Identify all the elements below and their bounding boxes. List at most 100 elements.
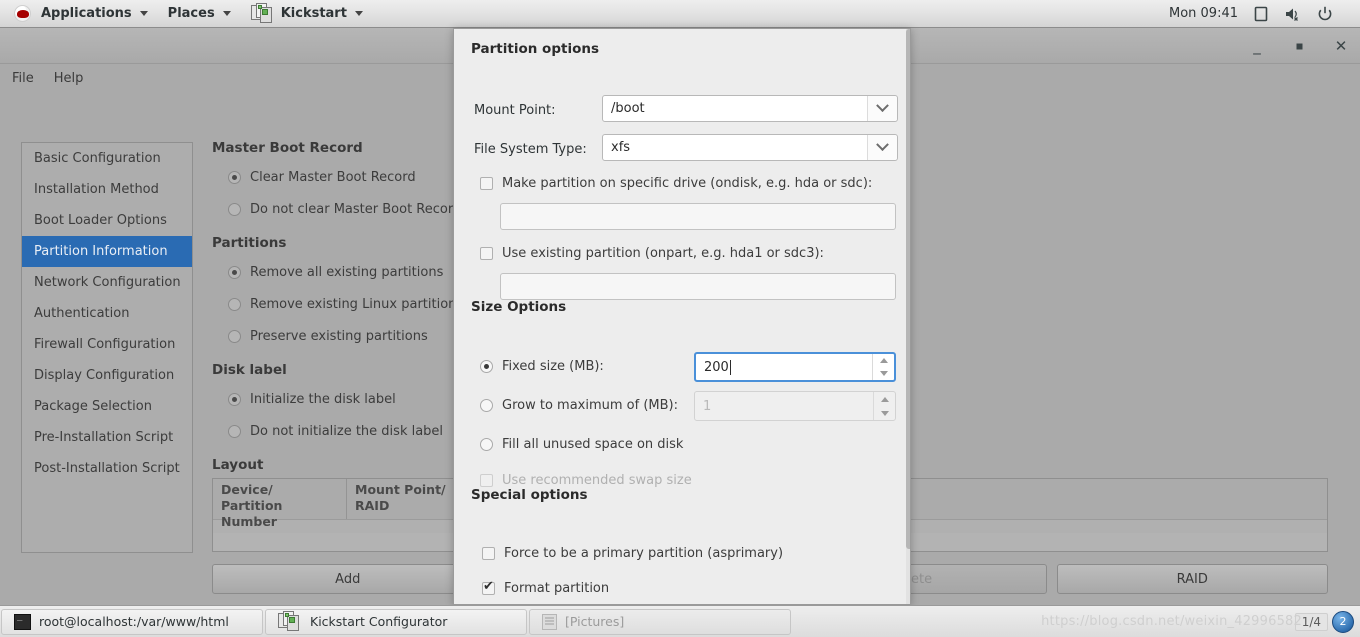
radio-indicator	[228, 170, 241, 184]
sidebar-item-boot-loader-options[interactable]: Boot Loader Options	[22, 205, 192, 236]
display-icon[interactable]	[1252, 5, 1270, 23]
ondisk-input[interactable]	[500, 203, 896, 230]
spinner-down-icon[interactable]	[873, 367, 894, 380]
taskbar-item-label: root@localhost:/var/www/html	[39, 614, 229, 629]
grow-to-maximum-radio[interactable]	[480, 398, 493, 412]
ondisk-checkbox[interactable]	[480, 176, 493, 190]
maximize-button[interactable]	[1290, 37, 1308, 55]
sidebar-item-label: Package Selection	[34, 399, 152, 414]
dialog-content: Partition options Mount Point: /boot Fil…	[454, 29, 910, 604]
grow-to-maximum-value: 1	[703, 398, 712, 414]
clock[interactable]: Mon 09:41	[1169, 6, 1238, 21]
sidebar-item-network-configuration[interactable]: Network Configuration	[22, 267, 192, 298]
sidebar-item-label: Network Configuration	[34, 275, 181, 290]
grow-to-maximum-radio-row[interactable]: Grow to maximum of (MB):	[480, 392, 678, 418]
onpart-checkbox[interactable]	[480, 246, 493, 260]
fixed-size-value: 200	[704, 359, 729, 375]
spinner-up-icon[interactable]	[874, 392, 895, 406]
dialog-title: Partition options	[471, 41, 599, 57]
window-controls: _ ✕	[1248, 28, 1350, 64]
taskbar-item-label: [Pictures]	[565, 614, 625, 629]
taskbar-item-kickstart-configurator[interactable]: Kickstart Configurator	[265, 608, 527, 635]
kickstart-app-menu[interactable]: Kickstart	[241, 0, 373, 28]
file-system-type-label: File System Type:	[474, 142, 587, 157]
workspace-indicator[interactable]: 1/4 2	[1294, 610, 1354, 633]
column-header-device-line1: Device/	[221, 482, 273, 497]
applications-menu[interactable]: Applications	[0, 0, 158, 28]
mount-point-label: Mount Point:	[474, 103, 556, 118]
sidebar-item-authentication[interactable]: Authentication	[22, 298, 192, 329]
mount-point-combobox[interactable]: /boot	[602, 95, 898, 122]
taskbar-item-terminal[interactable]: root@localhost:/var/www/html	[1, 608, 263, 635]
format-partition-checkbox[interactable]	[482, 579, 495, 595]
chevron-down-icon	[139, 11, 148, 16]
radio-indicator	[228, 329, 241, 343]
fixed-size-spinner-buttons[interactable]	[872, 354, 894, 380]
fixed-size-spinner[interactable]: 200	[694, 352, 896, 382]
sidebar-item-installation-method[interactable]: Installation Method	[22, 174, 192, 205]
minimize-button[interactable]: _	[1248, 37, 1266, 55]
fixed-size-radio-row[interactable]: Fixed size (MB):	[480, 353, 604, 379]
file-system-type-combobox[interactable]: xfs	[602, 134, 898, 161]
sidebar-item-label: Installation Method	[34, 182, 159, 197]
sidebar-item-package-selection[interactable]: Package Selection	[22, 391, 192, 422]
asprimary-checkbox[interactable]	[482, 546, 495, 560]
fixed-size-radio[interactable]	[480, 359, 493, 373]
radio-indicator	[228, 392, 241, 406]
close-button[interactable]: ✕	[1332, 37, 1350, 55]
sidebar-item-pre-installation-script[interactable]: Pre-Installation Script	[22, 422, 192, 453]
asprimary-checkbox-row[interactable]: Force to be a primary partition (asprima…	[482, 540, 783, 566]
partition-options-dialog: Partition options Mount Point: /boot Fil…	[453, 28, 911, 605]
spinner-up-icon[interactable]	[873, 354, 894, 367]
onpart-checkbox-row[interactable]: Use existing partition (onpart, e.g. hda…	[480, 239, 824, 267]
ondisk-checkbox-row[interactable]: Make partition on specific drive (ondisk…	[480, 169, 872, 197]
kickstart-icon	[278, 610, 300, 633]
radio-label: Preserve existing partitions	[250, 328, 428, 344]
menu-help[interactable]: Help	[54, 71, 84, 86]
fill-unused-space-label: Fill all unused space on disk	[502, 436, 684, 452]
terminal-icon	[14, 612, 31, 630]
workspace-page-label: 1/4	[1294, 612, 1328, 631]
kickstart-icon	[250, 2, 273, 25]
onpart-label: Use existing partition (onpart, e.g. hda…	[502, 245, 824, 261]
dialog-scrollbar-thumb[interactable]	[906, 29, 910, 549]
taskbar-item-pictures[interactable]: [Pictures]	[529, 608, 791, 635]
power-icon[interactable]	[1316, 5, 1334, 23]
add-button[interactable]: Add	[212, 564, 484, 594]
fill-unused-space-radio[interactable]	[480, 437, 493, 451]
spinner-down-icon[interactable]	[874, 406, 895, 420]
volume-muted-icon[interactable]	[1284, 5, 1302, 23]
dialog-scrollbar[interactable]	[906, 29, 910, 604]
grow-spinner-buttons[interactable]	[873, 392, 895, 420]
format-partition-checkbox-row[interactable]: Format partition	[482, 575, 609, 601]
sidebar-item-partition-information[interactable]: Partition Information	[22, 236, 192, 267]
sidebar-item-post-installation-script[interactable]: Post-Installation Script	[22, 453, 192, 484]
radio-label: Remove existing Linux partitions	[250, 296, 464, 312]
applications-menu-label: Applications	[41, 6, 132, 21]
grow-to-maximum-spinner[interactable]: 1	[694, 391, 896, 421]
file-system-type-value: xfs	[611, 140, 631, 155]
ondisk-label: Make partition on specific drive (ondisk…	[502, 175, 873, 191]
fill-unused-space-radio-row[interactable]: Fill all unused space on disk	[480, 431, 683, 457]
fixed-size-label: Fixed size (MB):	[502, 358, 604, 374]
radio-label: Initialize the disk label	[250, 391, 396, 407]
sidebar-item-firewall-configuration[interactable]: Firewall Configuration	[22, 329, 192, 360]
sidebar-item-display-configuration[interactable]: Display Configuration	[22, 360, 192, 391]
radio-indicator	[228, 424, 241, 438]
sidebar-item-label: Firewall Configuration	[34, 337, 176, 352]
desktop-root: Applications Places Kickstart Mon 09:41	[0, 0, 1360, 637]
places-menu[interactable]: Places	[158, 0, 241, 28]
workspace-badge[interactable]: 2	[1332, 610, 1354, 633]
special-options-title: Special options	[471, 487, 588, 503]
menu-file[interactable]: File	[12, 71, 34, 86]
radio-indicator	[228, 265, 241, 279]
sidebar-item-label: Pre-Installation Script	[34, 430, 174, 445]
sidebar-item-basic-configuration[interactable]: Basic Configuration	[22, 143, 192, 174]
raid-button[interactable]: RAID	[1056, 564, 1328, 594]
column-header-device-line2: Partition Number	[221, 498, 283, 529]
chevron-down-icon[interactable]	[867, 135, 897, 160]
sidebar-item-label: Display Configuration	[34, 368, 175, 383]
radio-label: Remove all existing partitions	[250, 264, 444, 280]
onpart-input[interactable]	[500, 273, 896, 300]
chevron-down-icon[interactable]	[867, 96, 897, 121]
